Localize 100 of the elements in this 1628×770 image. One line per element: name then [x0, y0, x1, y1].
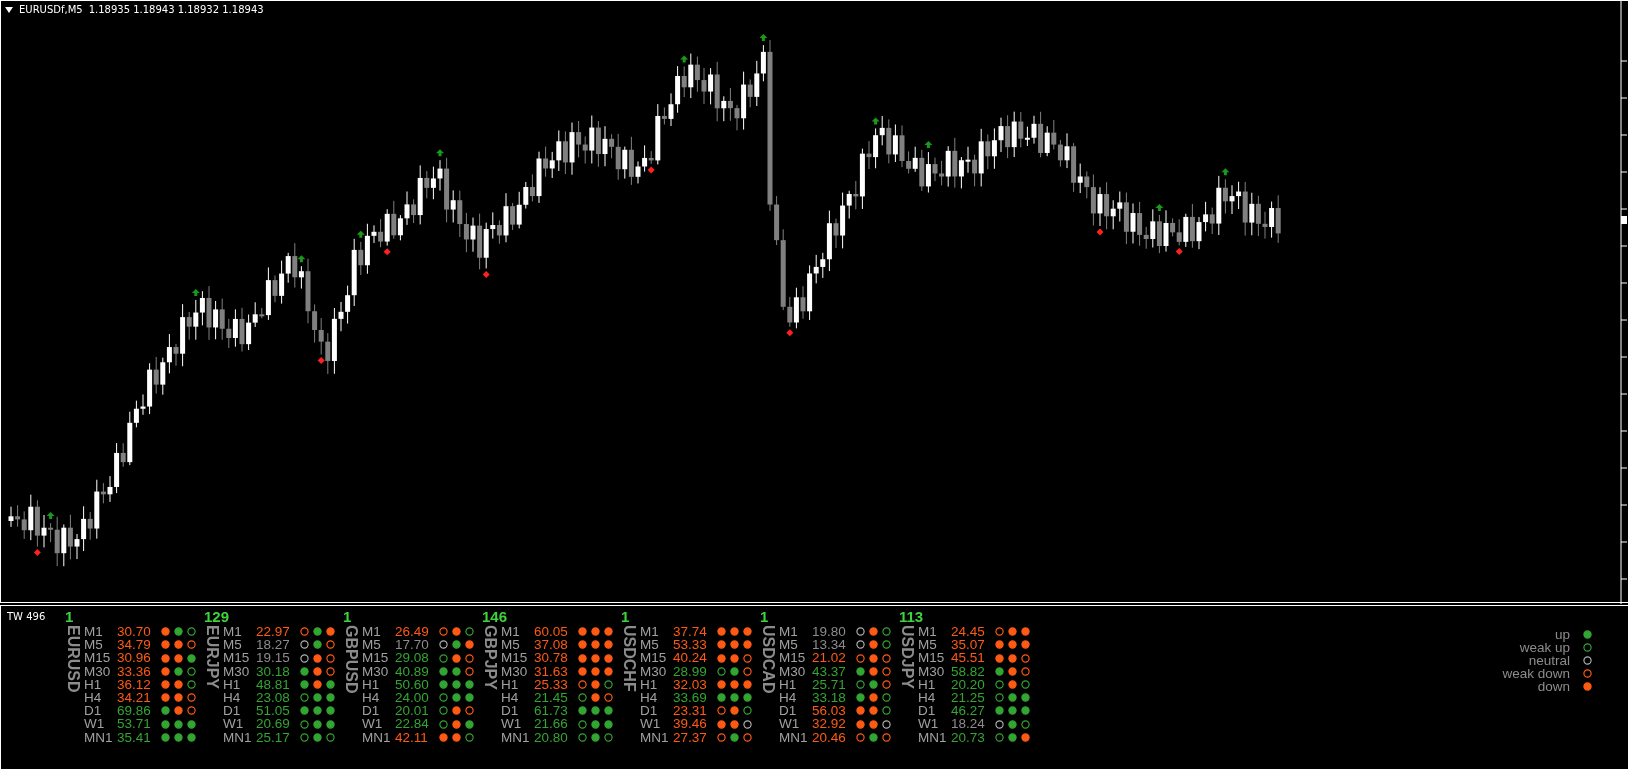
- indicator-value: 32.92: [812, 717, 847, 731]
- timeframe-label: M15: [501, 651, 529, 665]
- timeframe-label: D1: [640, 704, 659, 718]
- indicator-value: 30.78: [534, 651, 569, 665]
- timeframe-label: H4: [779, 691, 798, 705]
- timeframe-label: M5: [779, 638, 799, 652]
- legend-label: neutral: [1528, 654, 1570, 667]
- indicator-value: 22.97: [256, 625, 291, 639]
- legend-label: weak down: [1502, 667, 1570, 680]
- timeframe-label: MN1: [918, 730, 948, 744]
- indicator-value: 28.99: [673, 664, 708, 678]
- timeframe-label: M5: [223, 638, 243, 652]
- timeframe-label: MN1: [501, 730, 531, 744]
- timeframe-label: M30: [223, 664, 251, 678]
- timeframe-label: M30: [640, 664, 668, 678]
- indicator-value: 56.03: [812, 704, 847, 718]
- timeframe-label: H4: [918, 691, 937, 705]
- indicator-value: 30.70: [117, 625, 152, 639]
- indicator-value: 50.60: [395, 677, 430, 691]
- indicator-value: 32.03: [673, 677, 708, 691]
- indicator-value: 26.49: [395, 625, 430, 639]
- timeframe-label: W1: [223, 717, 245, 731]
- indicator-value: 24.00: [395, 691, 430, 705]
- pair-name: USDJPY: [899, 625, 915, 690]
- timeframe-label: M1: [501, 625, 521, 639]
- indicator-value: 20.73: [951, 730, 986, 744]
- indicator-value: 33.18: [812, 691, 847, 705]
- indicator-value: 48.81: [256, 677, 291, 691]
- signal-count: 129: [204, 608, 230, 625]
- timeframe-label: W1: [779, 717, 801, 731]
- indicator-value: 53.33: [673, 638, 708, 652]
- timeframe-label: M30: [779, 664, 807, 678]
- indicator-value: 42.11: [395, 730, 429, 744]
- indicator-value: 35.41: [117, 730, 152, 744]
- timeframe-label: H4: [362, 691, 381, 705]
- legend-label: weak up: [1519, 641, 1570, 654]
- timeframe-label: H1: [223, 677, 242, 691]
- indicator-value: 30.96: [117, 651, 152, 665]
- pair-name: USDCAD: [760, 625, 776, 694]
- indicator-value: 45.51: [951, 651, 986, 665]
- dropdown-triangle-icon[interactable]: [5, 6, 13, 13]
- indicator-value: 61.73: [534, 704, 569, 718]
- indicator-value: 30.18: [256, 664, 291, 678]
- timeframe-label: M1: [84, 625, 104, 639]
- indicator-value: 23.08: [256, 691, 291, 705]
- indicator-value: 22.84: [395, 717, 430, 731]
- timeframe-label: M5: [84, 638, 104, 652]
- indicator-value: 31.63: [534, 664, 569, 678]
- timeframe-label: M15: [779, 651, 807, 665]
- timeframe-label: M15: [918, 651, 946, 665]
- timeframe-label: W1: [640, 717, 662, 731]
- signal-count: 1: [621, 608, 630, 625]
- timeframe-label: M1: [640, 625, 660, 639]
- pair-name: EURUSD: [65, 625, 81, 693]
- timeframe-label: M1: [223, 625, 243, 639]
- timeframe-label: M15: [640, 651, 668, 665]
- timeframe-label: M1: [779, 625, 799, 639]
- indicator-value: 36.12: [117, 677, 152, 691]
- indicator-value: 21.66: [534, 717, 569, 731]
- indicator-value: 20.01: [395, 704, 430, 718]
- indicator-value: 40.24: [673, 651, 708, 665]
- timeframe-label: M30: [362, 664, 390, 678]
- indicator-value: 20.80: [534, 730, 569, 744]
- timeframe-label: W1: [362, 717, 384, 731]
- indicator-value: 34.21: [117, 691, 152, 705]
- indicator-value: 19.80: [812, 625, 847, 639]
- timeframe-label: H1: [918, 677, 937, 691]
- indicator-value: 18.27: [256, 638, 291, 652]
- indicator-value: 27.37: [673, 730, 708, 744]
- timeframe-label: H4: [84, 691, 103, 705]
- pair-name: USDCHF: [621, 625, 637, 692]
- timeframe-label: W1: [918, 717, 940, 731]
- timeframe-label: D1: [779, 704, 798, 718]
- timeframe-label: MN1: [223, 730, 253, 744]
- timeframe-label: H4: [501, 691, 520, 705]
- timeframe-label: M30: [501, 664, 529, 678]
- pair-name: GBPJPY: [482, 625, 498, 690]
- legend-label: up: [1554, 628, 1570, 641]
- timeframe-label: MN1: [640, 730, 670, 744]
- indicator-label: TW 496: [7, 611, 46, 622]
- timeframe-label: D1: [918, 704, 937, 718]
- timeframe-label: W1: [84, 717, 106, 731]
- indicator-value: 33.69: [673, 691, 708, 705]
- timeframe-label: M15: [362, 651, 390, 665]
- indicator-value: 60.05: [534, 625, 569, 639]
- indicator-value: 18.24: [951, 717, 986, 731]
- timeframe-label: M5: [362, 638, 382, 652]
- timeframe-label: M1: [362, 625, 382, 639]
- signal-count: 1: [343, 608, 352, 625]
- timeframe-label: MN1: [362, 730, 392, 744]
- indicator-value: 21.02: [812, 651, 847, 665]
- indicator-value: 24.45: [951, 625, 986, 639]
- timeframe-label: H4: [640, 691, 659, 705]
- timeframe-label: H1: [640, 677, 659, 691]
- legend-label: down: [1537, 680, 1570, 693]
- signal-count: 146: [482, 608, 508, 625]
- indicator-value: 43.37: [812, 664, 847, 678]
- timeframe-label: M5: [918, 638, 938, 652]
- pair-name: GBPUSD: [343, 625, 359, 694]
- indicator-value: 37.08: [534, 638, 569, 652]
